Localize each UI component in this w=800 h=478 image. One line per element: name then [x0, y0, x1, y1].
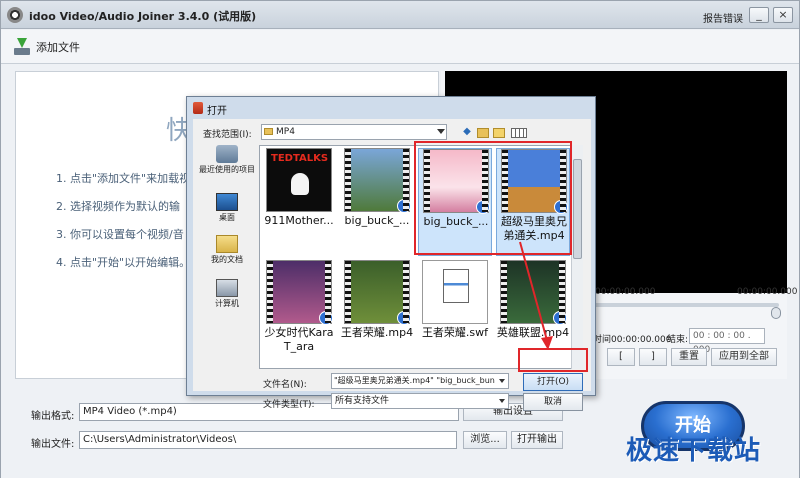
seek-thumb[interactable] [771, 307, 781, 319]
hint-line: 2. 选择视频作为默认的输 [56, 200, 180, 213]
file-name-value: "超级马里奥兄弟通关.mp4" "big_buck_bun [334, 376, 495, 385]
file-type-value: 所有支持文件 [335, 396, 390, 406]
file-type-select[interactable]: 所有支持文件 [331, 393, 509, 409]
minimize-button[interactable]: _ [749, 7, 769, 23]
video-thumbnail [344, 260, 411, 325]
current-time: 00:00:00.000 [595, 287, 656, 297]
open-output-button[interactable]: 打开输出 [511, 431, 563, 449]
file-name: 少女时代KaraT_ara [264, 326, 334, 353]
dialog-title: 打开 [207, 106, 227, 117]
mark-in-button[interactable]: [ [607, 348, 635, 366]
file-name: big_buck_... [344, 214, 410, 227]
file-grid-scrollbar[interactable] [571, 145, 583, 369]
file-name-input[interactable]: "超级马里奥兄弟通关.mp4" "big_buck_bun [331, 373, 509, 389]
document-icon [443, 269, 469, 303]
place-computer[interactable]: 计算机 [199, 279, 255, 309]
title-bar: idoo Video/Audio Joiner 3.4.0 (试用版) 报告错误… [1, 1, 799, 29]
file-name: 王者荣耀.mp4 [340, 326, 414, 339]
folder-icon [264, 128, 273, 135]
file-name-label: 文件名(N): [263, 380, 307, 390]
video-thumbnail [266, 260, 333, 325]
browse-button[interactable]: 浏览... [463, 431, 507, 449]
add-file-icon [13, 38, 31, 56]
swf-file-icon [422, 260, 488, 324]
chevron-down-icon[interactable] [437, 129, 445, 134]
total-time: 00:00:00.000 [737, 287, 798, 297]
file-name: 英雄联盟.mp4 [496, 326, 570, 339]
output-file-label: 输出文件: [31, 439, 75, 450]
output-path-field[interactable]: C:\Users\Administrator\Videos\ [79, 431, 457, 449]
file-item[interactable]: TEDTALKS 911Mother... [262, 148, 336, 256]
computer-icon [216, 279, 238, 297]
back-icon[interactable]: ◆ [461, 126, 473, 138]
video-thumbnail: TEDTALKS [266, 148, 332, 212]
start-time: 时间00:00:00.000 [593, 335, 672, 345]
file-name: 王者荣耀.swf [421, 326, 489, 339]
open-button[interactable]: 打开(O) [523, 373, 583, 391]
hint-line: 1. 点击"添加文件"来加载视 [56, 172, 191, 185]
place-label: 计算机 [215, 299, 239, 308]
scrollbar-thumb[interactable] [573, 159, 582, 259]
video-thumbnail [344, 148, 411, 213]
view-menu-icon[interactable] [511, 128, 527, 138]
selected-files-highlight [414, 141, 572, 255]
close-button[interactable]: × [773, 7, 793, 23]
apply-to-all-button[interactable]: 应用到全部 [711, 348, 777, 366]
video-thumbnail [500, 260, 567, 325]
media-player-icon [397, 199, 411, 213]
place-label: 我的文档 [211, 255, 243, 264]
look-in-label: 查找范围(I): [203, 130, 252, 140]
reset-button[interactable]: 重置 [671, 348, 707, 366]
file-name: 911Mother... [264, 214, 334, 227]
add-file-label: 添加文件 [36, 41, 80, 54]
media-player-icon [397, 311, 411, 325]
up-folder-icon[interactable] [477, 128, 489, 138]
documents-icon [216, 235, 238, 253]
output-format-label: 输出格式: [31, 411, 75, 422]
open-button-highlight [518, 348, 588, 372]
thumbnail-text: TEDTALKS [271, 153, 329, 164]
dialog-title-bar: 打开 [187, 97, 595, 119]
end-time-input[interactable]: 00 : 00 : 00 . 000 [689, 328, 765, 355]
app-logo-icon [7, 7, 23, 23]
cancel-button[interactable]: 取消 [523, 393, 583, 411]
add-file-button[interactable]: 添加文件 [13, 37, 80, 57]
hint-line: 3. 你可以设置每个视频/音 [56, 228, 184, 241]
desktop-icon [216, 193, 238, 211]
end-time-label: 结束: [667, 335, 689, 345]
place-documents[interactable]: 我的文档 [199, 235, 255, 265]
window-title: idoo Video/Audio Joiner 3.4.0 (试用版) [29, 10, 257, 23]
chevron-down-icon[interactable] [499, 399, 505, 403]
places-bar: 最近使用的项目 桌面 我的文档 计算机 [199, 145, 255, 321]
place-desktop[interactable]: 桌面 [199, 193, 255, 223]
new-folder-icon[interactable] [493, 128, 505, 138]
dialog-app-icon [193, 102, 203, 114]
report-error-link[interactable]: 报告错误 [703, 10, 743, 25]
media-player-icon [319, 311, 333, 325]
seek-slider[interactable] [591, 303, 779, 307]
file-item[interactable]: 王者荣耀.mp4 [340, 260, 414, 368]
file-item[interactable]: 王者荣耀.swf [418, 260, 492, 368]
media-player-icon [553, 311, 567, 325]
look-in-select[interactable]: MP4 [261, 124, 447, 140]
lightbulb-icon [291, 173, 309, 195]
mark-out-button[interactable]: ] [639, 348, 667, 366]
place-recent[interactable]: 最近使用的项目 [199, 145, 255, 175]
file-item[interactable]: big_buck_... [340, 148, 414, 256]
toolbar: 添加文件 [1, 30, 799, 64]
recent-items-icon [216, 145, 238, 163]
file-item[interactable]: 少女时代KaraT_ara [262, 260, 336, 368]
chevron-down-icon[interactable] [499, 379, 505, 383]
watermark: 极速下载站 [626, 436, 762, 466]
file-type-label: 文件类型(T): [263, 400, 315, 410]
place-label: 最近使用的项目 [199, 165, 255, 174]
hint-line: 4. 点击"开始"以开始编辑。 [56, 256, 191, 269]
place-label: 桌面 [219, 213, 235, 222]
